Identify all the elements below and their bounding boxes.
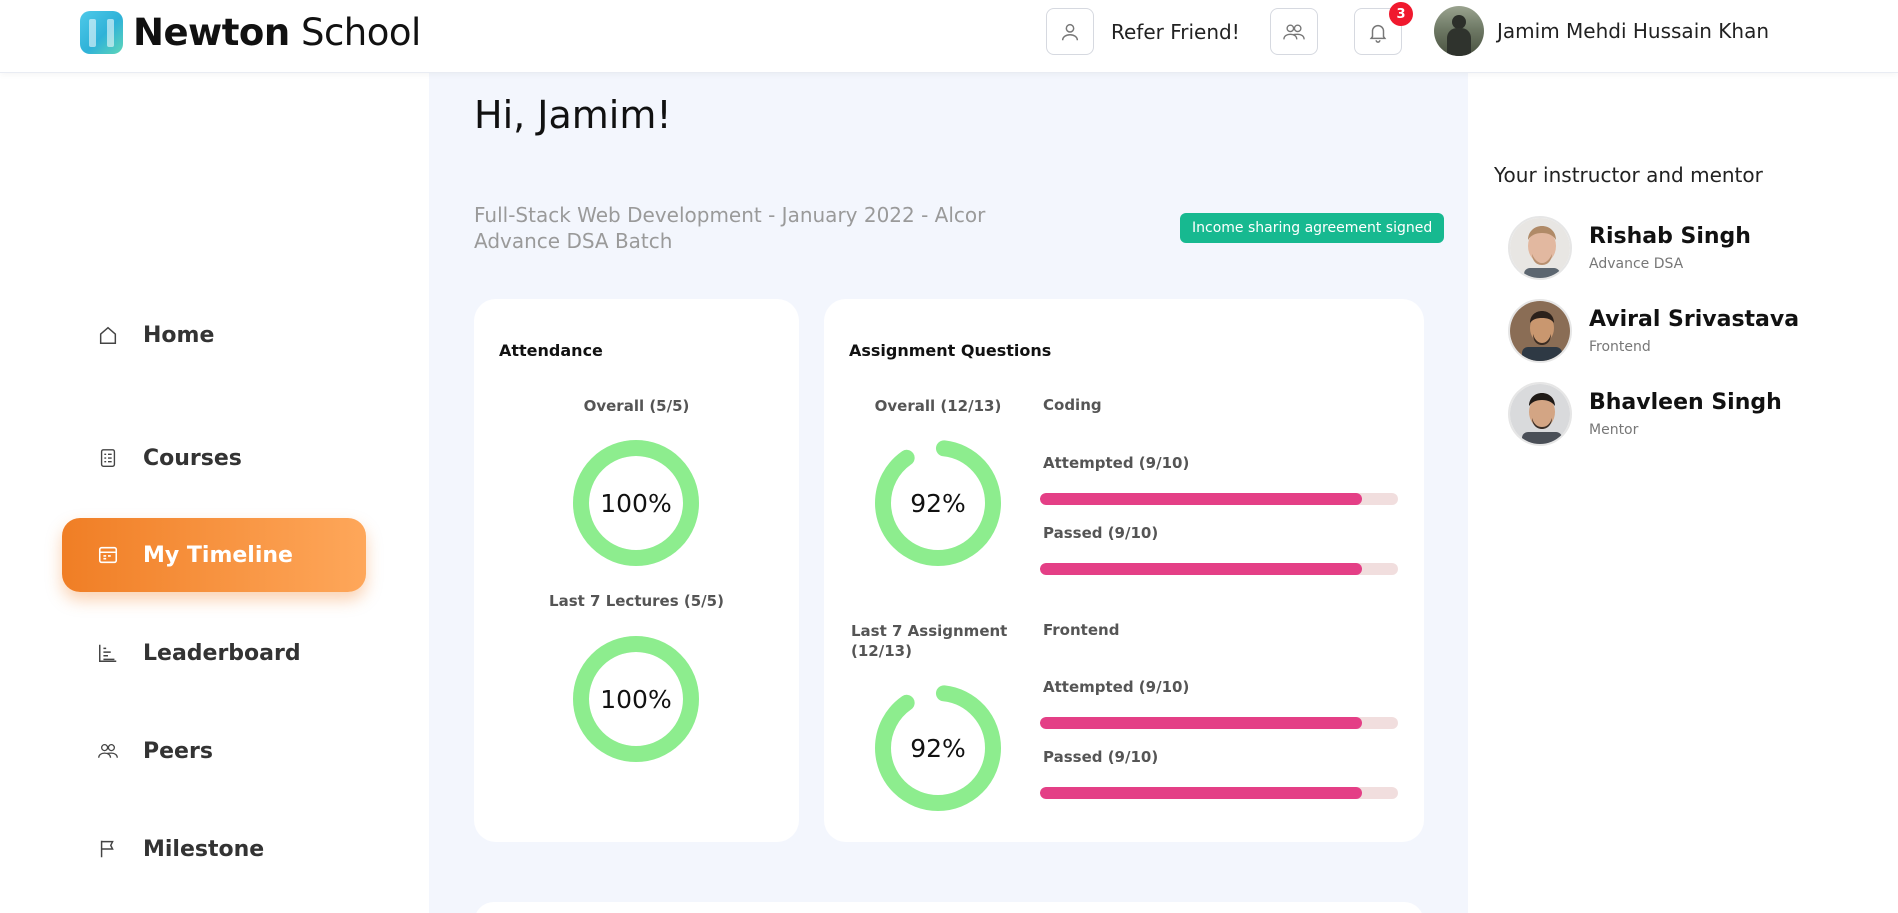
refer-friend-link[interactable]: Refer Friend!: [1111, 20, 1240, 44]
mentor-role: Frontend: [1589, 339, 1651, 355]
mentor-avatar: [1508, 216, 1572, 280]
coding-passed-bar: [1040, 563, 1398, 575]
brand-name: Newton School: [133, 11, 421, 54]
assignment-title: Assignment Questions: [849, 341, 1052, 360]
assignment-last7-label: Last 7 Assignment (12/13): [851, 622, 1008, 660]
sidebar-item-courses[interactable]: Courses: [62, 421, 366, 495]
coding-attempted-label: Attempted (9/10): [1043, 454, 1190, 472]
frontend-attempted-bar-fill: [1040, 717, 1363, 729]
coding-attempted-bar-fill: [1040, 493, 1363, 505]
community-button[interactable]: [1270, 8, 1318, 55]
mentor-name: Aviral Srivastava: [1589, 307, 1800, 332]
user-avatar[interactable]: [1434, 6, 1484, 56]
sidebar-item-milestone[interactable]: Milestone: [62, 812, 366, 886]
coding-passed-label: Passed (9/10): [1043, 524, 1159, 542]
home-icon: [97, 324, 119, 346]
mentor-name: Bhavleen Singh: [1589, 390, 1782, 415]
flag-icon: [97, 838, 119, 860]
sidebar-item-label: My Timeline: [143, 542, 293, 568]
frontend-passed-bar-fill: [1040, 787, 1363, 799]
assignment-overall-value: 92%: [910, 488, 966, 518]
mentor-section-heading: Your instructor and mentor: [1494, 163, 1763, 187]
mentor-card[interactable]: Rishab Singh Advance DSA: [1508, 216, 1868, 280]
sidebar-item-label: Leaderboard: [143, 640, 301, 666]
refer-friend-button[interactable]: [1046, 8, 1094, 55]
sidebar-item-home[interactable]: Home: [62, 298, 366, 372]
peers-icon: [97, 740, 119, 762]
attendance-overall-value: 100%: [600, 488, 672, 518]
assignment-last7-ring: 92%: [874, 684, 1002, 812]
sidebar-item-my-timeline[interactable]: My Timeline: [62, 518, 366, 592]
attendance-overall-ring: 100%: [572, 439, 700, 567]
frontend-passed-bar: [1040, 787, 1398, 799]
sidebar-item-label: Milestone: [143, 836, 265, 862]
leaderboard-icon: [97, 642, 119, 664]
attendance-overall-label: Overall (5/5): [583, 397, 690, 415]
isa-status-badge: Income sharing agreement signed: [1180, 213, 1445, 243]
page-title: Hi, Jamim!: [474, 93, 672, 137]
attendance-last7-value: 100%: [600, 684, 672, 714]
courses-icon: [97, 447, 119, 469]
sidebar-item-label: Courses: [143, 445, 242, 471]
attendance-last7-label: Last 7 Lectures (5/5): [549, 592, 724, 610]
frontend-attempted-bar: [1040, 717, 1398, 729]
logo-icon: [80, 11, 123, 54]
user-name[interactable]: Jamim Mehdi Hussain Khan: [1497, 19, 1769, 43]
frontend-heading: Frontend: [1043, 621, 1120, 639]
next-section-card: [474, 902, 1424, 913]
mentor-card[interactable]: Aviral Srivastava Frontend: [1508, 299, 1868, 363]
assignment-overall-ring: 92%: [874, 439, 1002, 567]
sidebar-item-label: Home: [143, 322, 215, 348]
coding-attempted-bar: [1040, 493, 1398, 505]
mentor-card[interactable]: Bhavleen Singh Mentor: [1508, 382, 1868, 446]
coding-passed-bar-fill: [1040, 563, 1363, 575]
top-header: Newton School Refer Friend! 3 Jamim Mehd…: [0, 0, 1898, 73]
timeline-icon: [97, 544, 119, 566]
frontend-attempted-label: Attempted (9/10): [1043, 678, 1190, 696]
course-title: Full-Stack Web Development - January 202…: [474, 203, 986, 253]
attendance-last7-ring: 100%: [572, 635, 700, 763]
sidebar-item-leaderboard[interactable]: Leaderboard: [62, 616, 366, 690]
newton-school-logo[interactable]: Newton School: [80, 11, 421, 54]
frontend-passed-label: Passed (9/10): [1043, 748, 1159, 766]
bell-icon: [1369, 24, 1387, 43]
assignment-overall-label: Overall (12/13): [874, 397, 1002, 415]
mentor-role: Advance DSA: [1589, 256, 1684, 272]
attendance-title: Attendance: [499, 341, 603, 360]
sidebar-item-peers[interactable]: Peers: [62, 714, 366, 788]
mentor-name: Rishab Singh: [1589, 224, 1751, 249]
coding-heading: Coding: [1043, 396, 1102, 414]
notification-count-badge: 3: [1389, 2, 1413, 26]
sidebar-item-label: Peers: [143, 738, 213, 764]
user-icon: [1061, 23, 1079, 40]
mentor-role: Mentor: [1589, 422, 1639, 438]
assignment-last7-value: 92%: [910, 733, 966, 763]
mentor-avatar: [1508, 299, 1572, 363]
mentor-avatar: [1508, 382, 1572, 446]
group-icon: [1283, 23, 1305, 39]
